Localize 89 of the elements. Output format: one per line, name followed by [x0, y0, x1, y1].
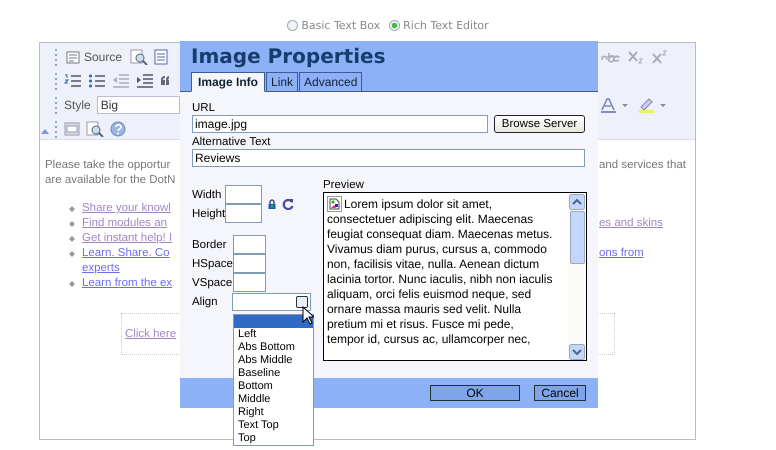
reset-icon[interactable] [282, 198, 294, 210]
image-icon [327, 196, 342, 212]
link[interactable]: ons from [599, 247, 644, 259]
dropdown-option[interactable]: Middle [234, 393, 313, 406]
outdent-icon[interactable] [112, 73, 130, 89]
preview-text-line: tempor id, cursus ac, ullamcorper nec, [327, 332, 530, 347]
field-label: Alternative Text [192, 135, 272, 149]
number-field[interactable] [225, 204, 262, 223]
preview-text-line: consectetuer adipiscing elit. Maecenas [327, 212, 534, 227]
superscript-icon[interactable] [652, 50, 668, 64]
link[interactable]: Learn from the ex [82, 276, 172, 291]
number-field[interactable] [233, 273, 266, 292]
bullet-icon [69, 220, 75, 226]
help-icon[interactable] [110, 121, 126, 137]
scroll-thumb[interactable] [570, 211, 584, 264]
document-icon [66, 50, 80, 64]
link[interactable]: Learn. Share. Co [82, 246, 170, 261]
paragraph-text: Please take the opportur [45, 159, 170, 171]
dialog-button[interactable]: Cancel [534, 385, 586, 401]
magnifier-icon[interactable] [130, 49, 148, 65]
bulleted-list-icon[interactable] [88, 73, 106, 89]
quote-icon[interactable] [160, 75, 170, 87]
preview-text-line: Lorem ipsum dolor sit amet, [344, 197, 492, 212]
style-dropdown[interactable]: Big [96, 96, 180, 114]
collapse-icon[interactable] [41, 129, 49, 134]
dropdown-option[interactable]: Right [234, 406, 313, 419]
page-icon[interactable] [154, 49, 168, 65]
dropdown-option[interactable]: Left [234, 328, 313, 341]
url-field[interactable]: image.jpg [192, 115, 488, 133]
tab[interactable]: Link [266, 72, 298, 92]
numbered-list-icon[interactable] [64, 73, 82, 89]
scrollbar[interactable] [568, 193, 586, 360]
dialog-button[interactable]: OK [430, 385, 520, 401]
dropdown-option[interactable]: Baseline [234, 367, 313, 380]
number-field[interactable] [233, 254, 266, 273]
field-label: Border [192, 238, 228, 250]
preview-text-line: pretium mi et risus. Fusce mi pede, [327, 317, 514, 332]
dropdown-option[interactable]: Abs Middle [234, 354, 313, 367]
browse-server-button[interactable]: Browse Server [494, 115, 585, 133]
dropdown-option[interactable]: Top [234, 432, 313, 445]
font-color-icon[interactable] [600, 97, 630, 113]
align-dropdown[interactable] [232, 292, 311, 310]
preview-text-line: lacinia tortor. Nunc iaculis, nibh non iaculis [327, 272, 552, 287]
bullet-icon [69, 250, 75, 256]
field-label: Height [192, 208, 225, 220]
field-label: HSpace [192, 258, 233, 270]
dropdown-option[interactable]: Bottom [234, 380, 313, 393]
form-icon[interactable] [64, 122, 80, 136]
preview-text-line: aliquam, orci felis euismod neque, sed [327, 287, 532, 302]
field-label: URL [192, 101, 216, 115]
radio-option[interactable]: Rich Text Editor [389, 16, 489, 34]
number-field[interactable] [233, 235, 266, 254]
tab[interactable]: Image Info [191, 72, 266, 92]
lock-icon[interactable] [268, 199, 276, 209]
radio-option[interactable]: Basic Text Box [287, 16, 380, 34]
grip-icon [54, 48, 58, 66]
style-label: Style [64, 98, 91, 112]
paragraph-text: and services that [599, 159, 686, 171]
alt-text-field[interactable]: Reviews [192, 149, 585, 167]
strikethrough-icon[interactable] [600, 51, 620, 63]
scroll-up-icon[interactable] [569, 194, 585, 210]
subscript-icon[interactable] [628, 50, 644, 64]
field-label: Width [192, 188, 222, 200]
dropdown-option[interactable]: Text Top [234, 419, 313, 432]
tab[interactable]: Advanced [299, 72, 362, 92]
find-icon[interactable] [86, 121, 104, 137]
field-label: Align [192, 296, 219, 308]
paragraph-text: are available for the DotN [45, 174, 176, 186]
link[interactable]: experts [82, 261, 120, 276]
number-field[interactable] [225, 185, 262, 204]
highlight-color-icon[interactable] [638, 97, 668, 113]
dropdown-option[interactable] [234, 315, 313, 328]
field-label: Preview [323, 178, 365, 192]
source-button[interactable]: Source [64, 50, 124, 64]
grip-icon [54, 120, 58, 138]
grip-icon [54, 96, 58, 114]
preview-text-line: non, facilisis vitae, nulla. Aenean dictum [327, 257, 540, 272]
indent-icon[interactable] [136, 73, 154, 89]
preview-text-line: Vivamus diam purus, cursus a, commodo [327, 242, 547, 257]
preview-text-line: ornare massa mauris sed velit. Nulla [327, 302, 522, 317]
grip-icon [54, 72, 58, 90]
bullet-icon [69, 206, 75, 212]
bullet-icon [69, 280, 75, 286]
scroll-down-icon[interactable] [569, 344, 585, 360]
bullet-icon [69, 236, 75, 242]
preview-text-line: feugiat consequat diam. Maecenas metus. [327, 227, 552, 242]
dropdown-option[interactable]: Abs Bottom [234, 341, 313, 354]
field-label: VSpace [192, 276, 233, 288]
dialog-title: Image Properties [191, 43, 387, 68]
